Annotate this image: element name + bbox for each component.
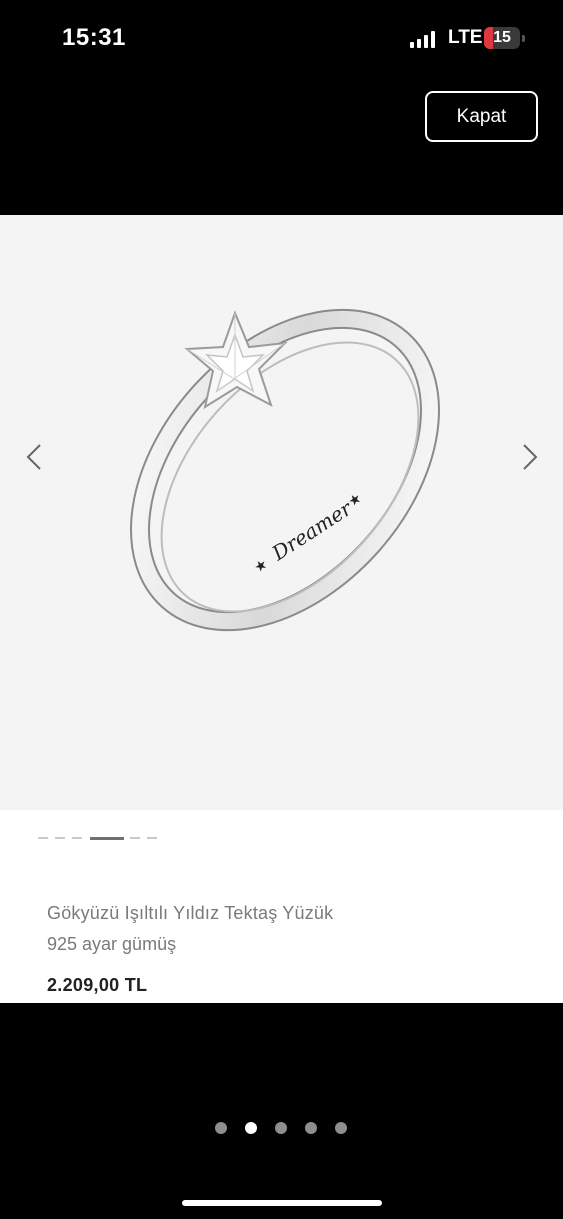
product-image-carousel[interactable]: Dreamer ★ ★ <box>0 215 563 810</box>
previous-image-icon[interactable] <box>20 437 50 477</box>
cellular-signal-icon <box>410 30 438 48</box>
page-dot[interactable] <box>215 1122 227 1134</box>
product-title: Gökyüzü Işıltılı Yıldız Tektaş Yüzük <box>47 903 334 923</box>
engraving-text: Dreamer <box>267 495 357 565</box>
svg-text:★: ★ <box>251 556 270 576</box>
close-button[interactable]: Kapat <box>425 91 538 142</box>
status-bar: 15:31 LTE 15 <box>0 0 563 80</box>
product-material: 925 ayar gümüş <box>47 934 177 954</box>
home-indicator[interactable] <box>182 1200 382 1206</box>
carousel-dash-active[interactable] <box>90 837 124 840</box>
page-indicator <box>215 1120 355 1136</box>
network-type: LTE <box>448 27 483 48</box>
page-dot[interactable] <box>305 1122 317 1134</box>
page-dot[interactable] <box>275 1122 287 1134</box>
product-price: 2.209,00 TL <box>47 975 148 995</box>
product-card: Dreamer ★ ★ Gökyüzü Işıltılı Yıldız Tekt <box>0 215 563 1003</box>
carousel-dash[interactable] <box>147 837 157 839</box>
carousel-dash[interactable] <box>130 837 140 839</box>
page-dot[interactable] <box>335 1122 347 1134</box>
carousel-dash[interactable] <box>38 837 48 839</box>
battery-icon: 15 <box>484 27 525 49</box>
battery-level: 15 <box>493 29 511 46</box>
product-image: Dreamer ★ ★ <box>130 308 440 632</box>
page-dot-active[interactable] <box>245 1122 257 1134</box>
next-image-icon[interactable] <box>514 437 544 477</box>
carousel-dash[interactable] <box>72 837 82 839</box>
carousel-dash[interactable] <box>55 837 65 839</box>
status-time: 15:31 <box>62 24 126 51</box>
carousel-indicator <box>38 837 168 840</box>
